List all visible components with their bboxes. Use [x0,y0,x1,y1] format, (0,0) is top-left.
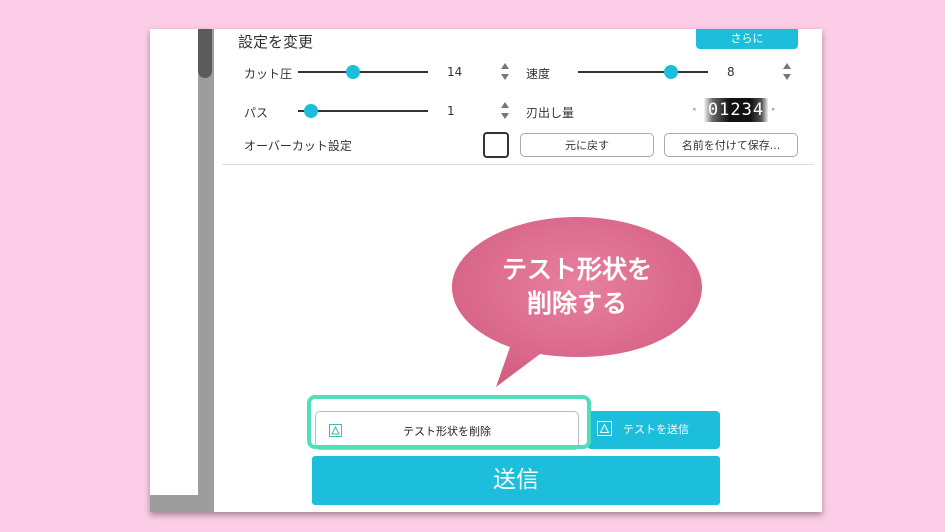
send-test-button[interactable]: テストを送信 [587,411,720,449]
speed-slider-thumb[interactable] [663,65,678,79]
cut-pressure-stepper[interactable] [500,61,510,83]
cut-settings-window: 設定を変更 さらに カット圧 14 速度 8 パス 1 刃出し量 ◂ 01234… [150,29,822,512]
speed-stepper[interactable] [782,61,792,83]
send-test-label: テストを送信 [623,423,689,436]
callout-bubble: テスト形状を 削除する [450,215,704,393]
speed-slider-track[interactable] [578,71,708,73]
passes-slider-thumb[interactable] [303,104,318,118]
stepper-up-icon[interactable] [783,63,791,69]
blade-prev-arrow-icon[interactable]: ◂ [692,105,696,113]
passes-stepper[interactable] [500,100,510,122]
callout-text: テスト形状を 削除する [450,253,704,321]
blade-depth-selector[interactable]: ◂ 01234 ▸ [690,98,780,122]
stepper-up-icon[interactable] [501,63,509,69]
callout-line-1: テスト形状を [501,255,652,284]
save-as-button[interactable]: 名前を付けて保存... [664,133,798,157]
stepper-down-icon[interactable] [501,113,509,119]
stepper-down-icon[interactable] [501,74,509,80]
cut-pressure-value: 14 [447,65,463,79]
cut-pressure-slider-thumb[interactable] [345,65,360,79]
triangle-icon [597,421,612,436]
passes-label: パス [244,106,269,120]
left-panel [150,29,198,495]
stepper-up-icon[interactable] [501,102,509,108]
speed-value: 8 [727,65,735,79]
divider [222,164,814,165]
speed-label: 速度 [526,67,551,81]
callout-line-2: 削除する [526,289,627,318]
stepper-down-icon[interactable] [783,74,791,80]
section-title: 設定を変更 [238,33,314,51]
overcut-label: オーバーカット設定 [244,139,352,153]
blade-next-arrow-icon[interactable]: ▸ [772,105,776,113]
more-button[interactable]: さらに [696,29,798,49]
cut-pressure-label: カット圧 [244,67,293,81]
reset-button[interactable]: 元に戻す [520,133,654,157]
scrollbar-track[interactable] [198,29,214,512]
left-panel-footer [150,495,198,512]
send-button[interactable]: 送信 [312,456,720,505]
blade-depth-digits: 01234 [704,98,768,122]
highlight-frame [307,395,591,449]
blade-depth-label: 刃出し量 [526,106,575,120]
cut-pressure-slider-track[interactable] [298,71,428,73]
scrollbar-thumb[interactable] [198,29,212,78]
overcut-checkbox[interactable] [483,132,509,158]
passes-value: 1 [447,104,455,118]
